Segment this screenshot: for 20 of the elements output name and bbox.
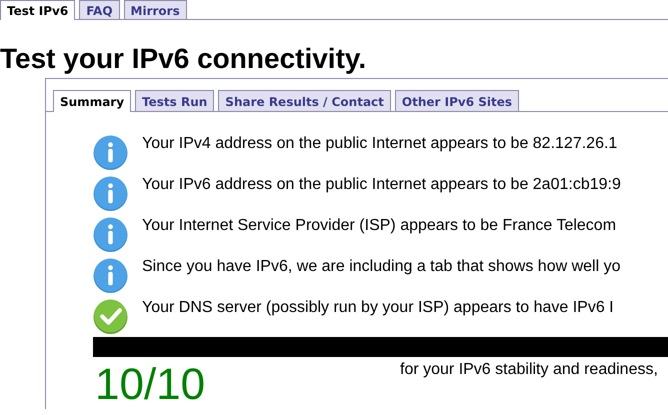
score-value: 10/10 [94,361,206,409]
info-icon [93,217,128,252]
info-icon [93,258,128,293]
result-text: Your DNS server (possibly run by your ISP) appears to have IPv6 I [142,298,614,318]
panel-tab[interactable]: Other IPv6 Sites [394,90,519,111]
page-heading: Test your IPv6 connectivity. [0,43,368,75]
checkmark-icon [93,299,128,334]
info-icon [93,176,128,211]
nav-tab[interactable]: Test IPv6 [0,0,76,20]
result-text: Your IPv6 address on the public Internet appears to be 2a01:cb19:9 [142,175,621,195]
panel-tab[interactable]: Share Results / Contact [218,90,391,111]
info-icon [93,135,128,170]
nav-tab[interactable]: FAQ [79,0,120,19]
nav-tab[interactable]: Mirrors [124,0,187,19]
score-note: for your IPv6 stability and readiness, [400,361,658,379]
panel-tab[interactable]: Summary [53,90,132,112]
result-text: Since you have IPv6, we are including a tab that shows how well yo [142,257,620,277]
result-text: Your Internet Service Provider (ISP) appears to be France Telecom [142,216,616,236]
panel-tab[interactable]: Tests Run [135,90,214,111]
result-text: Your IPv4 address on the public Internet appears to be 82.127.26.1 [142,134,618,154]
